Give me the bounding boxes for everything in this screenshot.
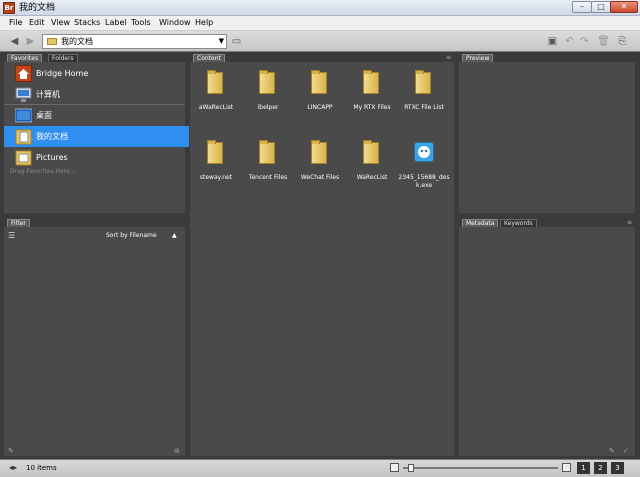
rotate-left-icon[interactable]: ↶ xyxy=(563,35,576,48)
content-item[interactable]: RTXC File List xyxy=(398,70,450,140)
metadata-apply-icon[interactable]: ✓ xyxy=(623,447,629,455)
folder-icon xyxy=(207,70,223,94)
menu-stacks[interactable]: Stacks xyxy=(74,17,100,29)
content-item[interactable]: My RTX Files xyxy=(346,70,398,140)
pictures-icon xyxy=(15,149,32,166)
smaller-thumbnails-icon[interactable] xyxy=(390,463,399,472)
tab-filter[interactable]: Filter xyxy=(7,219,30,227)
menu-view[interactable]: View xyxy=(51,17,70,29)
title-bar: Br 我的文档 – □ ✕ xyxy=(0,0,640,16)
content-item[interactable]: Tencent Files xyxy=(242,140,294,210)
drag-favorites-hint: Drag Favorites Here... xyxy=(10,168,76,175)
menu-edit[interactable]: Edit xyxy=(29,17,45,29)
favorite-documents[interactable]: 我的文档 xyxy=(4,126,189,147)
delete-icon[interactable]: 🗑 xyxy=(597,35,610,48)
forward-arrow-icon[interactable]: ▶ xyxy=(24,35,37,48)
thumbnail-size-slider[interactable] xyxy=(403,467,558,469)
path-label: 我的文档 xyxy=(61,37,93,46)
exe-icon xyxy=(414,142,434,162)
view-3-button[interactable]: 3 xyxy=(611,462,624,474)
favorite-desktop[interactable]: 桌面 xyxy=(4,105,189,126)
status-bar: ◂▸ 10 items 1 2 3 xyxy=(0,459,640,477)
folder-icon xyxy=(259,140,275,164)
menu-file[interactable]: File xyxy=(9,17,22,29)
content-item[interactable]: steway.net xyxy=(190,140,242,210)
tab-metadata[interactable]: Metadata xyxy=(462,219,499,227)
folder-icon xyxy=(311,70,327,94)
sort-label[interactable]: Sort by Filename xyxy=(106,231,157,240)
menu-tools[interactable]: Tools xyxy=(131,17,151,29)
panel-menu-icon[interactable]: ≡ xyxy=(627,218,632,227)
window-title: 我的文档 xyxy=(19,3,56,13)
favorite-pictures[interactable]: Pictures xyxy=(4,147,189,168)
rotate-right-icon[interactable]: ↷ xyxy=(578,35,591,48)
bridge-app-icon: Br xyxy=(3,2,15,14)
toggle-panels-icon[interactable]: ◂▸ xyxy=(9,462,17,474)
clear-filter-icon[interactable]: ✎ xyxy=(8,447,14,455)
preview-panel: Preview xyxy=(459,53,635,213)
content-item[interactable]: aWaRecList xyxy=(190,70,242,140)
documents-icon xyxy=(15,128,32,145)
content-item[interactable]: 2345_15688_desk.exe xyxy=(398,140,450,210)
bridge-home-icon xyxy=(15,65,32,82)
content-item[interactable]: LINCAPP xyxy=(294,70,346,140)
favorite-label: 计算机 xyxy=(36,90,60,99)
back-arrow-icon[interactable]: ◀ xyxy=(8,35,21,48)
content-panel: Content ≡ aWaRecList ibelper LINCAPP My … xyxy=(190,53,454,456)
panel-menu-icon[interactable]: ≡ xyxy=(446,53,451,62)
folder-icon xyxy=(259,70,275,94)
favorite-label: Bridge Home xyxy=(36,69,89,78)
view-1-button[interactable]: 1 xyxy=(577,462,590,474)
tab-preview[interactable]: Preview xyxy=(462,54,494,62)
bridge-window: Br 我的文档 – □ ✕ File Edit View Stacks Labe… xyxy=(0,0,640,477)
tab-keywords[interactable]: Keywords xyxy=(500,219,537,227)
larger-thumbnails-icon[interactable] xyxy=(562,463,571,472)
menu-bar: File Edit View Stacks Label Tools Window… xyxy=(0,16,640,31)
content-item[interactable]: WeChat Files xyxy=(294,140,346,210)
tab-folders[interactable]: Folders xyxy=(48,54,78,62)
slider-thumb[interactable] xyxy=(408,464,414,472)
folder-icon xyxy=(363,70,379,94)
menu-label[interactable]: Label xyxy=(105,17,127,29)
folder-icon xyxy=(207,140,223,164)
close-button[interactable]: ✕ xyxy=(610,1,638,13)
chevron-down-icon[interactable]: ▼ xyxy=(219,35,224,48)
new-folder-icon[interactable]: ▣ xyxy=(546,35,559,48)
menu-window[interactable]: Window xyxy=(159,17,191,29)
favorite-label: 桌面 xyxy=(36,111,52,120)
folder-icon xyxy=(363,140,379,164)
metadata-edit-icon[interactable]: ✎ xyxy=(609,447,615,455)
tab-favorites[interactable]: Favorites xyxy=(7,54,43,62)
sort-order-icon[interactable]: ▲ xyxy=(172,231,177,240)
items-count: 10 items xyxy=(26,464,57,472)
view-2-button[interactable]: 2 xyxy=(594,462,607,474)
favorites-panel: Favorites Folders Bridge Home 计算机 桌面 我的文… xyxy=(4,53,189,213)
folder-icon xyxy=(311,140,327,164)
desktop-icon xyxy=(14,107,33,124)
reveal-folder-icon[interactable]: ▭ xyxy=(230,35,243,48)
toolbar: ◀ ▶ 我的文档 ▼ ▭ ▣ ↶ ↷ 🗑 ⎘ xyxy=(0,31,640,52)
tab-content[interactable]: Content xyxy=(193,54,225,62)
filter-panel: Filter ☰ Sort by Filename ▲ ✎ ⊘ xyxy=(4,218,185,456)
metadata-panel: Metadata Keywords ≡ ✎ ✓ xyxy=(459,218,635,456)
content-item[interactable]: WaRecList xyxy=(346,140,398,210)
no-filter-icon[interactable]: ⊘ xyxy=(174,447,180,455)
favorite-label: Pictures xyxy=(36,153,68,162)
minimize-button[interactable]: – xyxy=(572,1,592,13)
maximize-button[interactable]: □ xyxy=(591,1,611,13)
favorite-label: 我的文档 xyxy=(36,132,68,141)
menu-help[interactable]: Help xyxy=(195,17,213,29)
path-dropdown[interactable]: 我的文档 ▼ xyxy=(42,34,227,49)
copy-icon[interactable]: ⎘ xyxy=(616,35,629,48)
computer-icon xyxy=(15,86,32,103)
favorite-bridge-home[interactable]: Bridge Home xyxy=(4,63,189,84)
filter-icon[interactable]: ☰ xyxy=(8,231,18,240)
content-item[interactable]: ibelper xyxy=(242,70,294,140)
favorite-computer[interactable]: 计算机 xyxy=(4,84,189,105)
folder-icon xyxy=(415,70,431,94)
folder-icon xyxy=(47,38,57,45)
